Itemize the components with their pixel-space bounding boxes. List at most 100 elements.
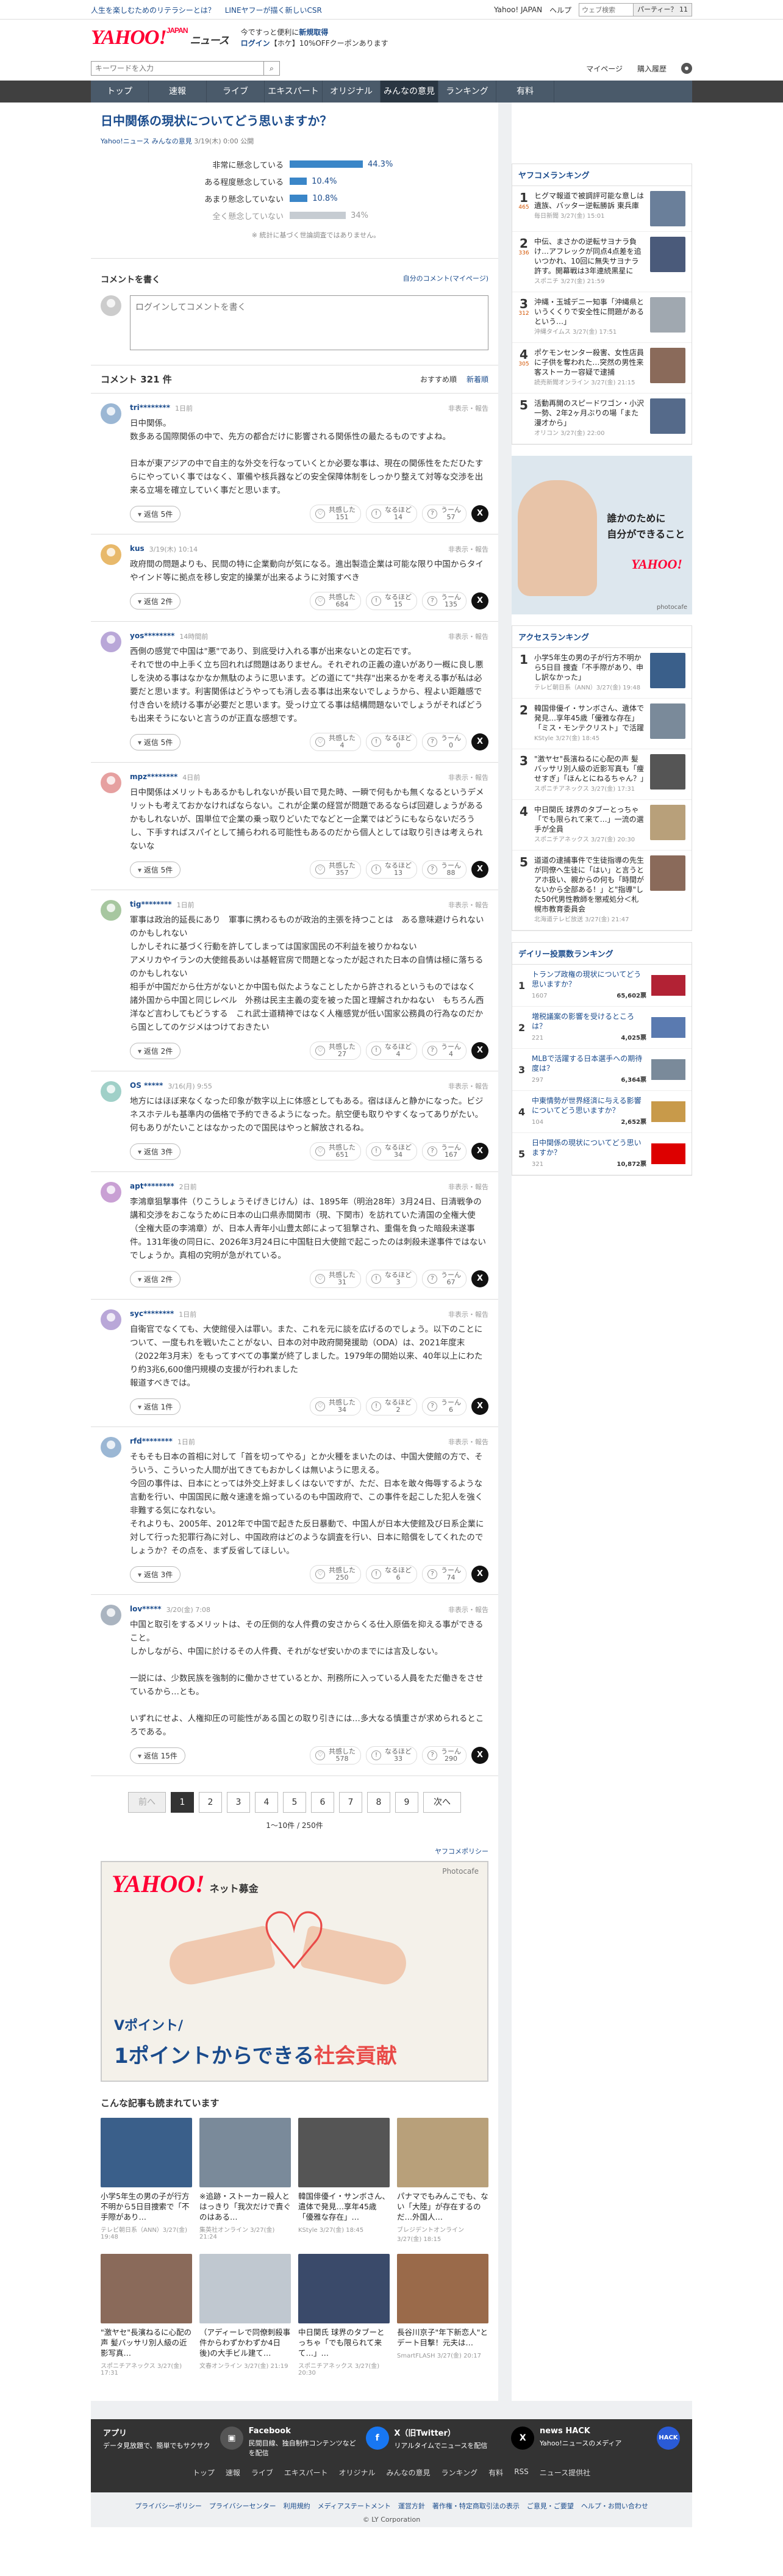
reaction-uun-button[interactable]: ? うーん 0	[422, 733, 467, 751]
report-link[interactable]: 非表示・報告	[448, 772, 488, 782]
reaction-uun-button[interactable]: ? うーん 167	[422, 1142, 467, 1160]
footer-link[interactable]: みんなの意見	[387, 2467, 431, 2478]
footer-bottom-link[interactable]: 著作権・特定商取引法の表示	[432, 2501, 520, 2511]
footer-link[interactable]: RSS	[514, 2467, 529, 2478]
article-card[interactable]: 長谷川京子"年下新恋人"とデート目撃！元夫は… SmartFLASH 3/27(金…	[397, 2254, 488, 2376]
top-link-csr[interactable]: LINEヤフーが描く新しいCSR	[225, 5, 322, 15]
article-card[interactable]: パナマでもみんこでも、ない「大陸」が存在するのだ…外国人… ブレジデントオンライン…	[397, 2118, 488, 2243]
reply-toggle-button[interactable]: 返信 5件	[130, 733, 181, 750]
reaction-uun-button[interactable]: ? うーん 135	[422, 592, 467, 610]
prev-page-button[interactable]: 前へ	[128, 1792, 166, 1813]
yahoo-japan-link[interactable]: Yahoo! JAPAN	[494, 5, 542, 14]
commenter-name[interactable]: rfd********	[130, 1437, 173, 1447]
commenter-name[interactable]: kus	[130, 544, 145, 554]
footer-bottom-link[interactable]: ヘルプ・お問い合わせ	[581, 2501, 648, 2511]
footer-link[interactable]: ライブ	[251, 2467, 273, 2478]
footer-link[interactable]: 有料	[488, 2467, 503, 2478]
report-link[interactable]: 非表示・報告	[448, 1182, 488, 1192]
access-ranking-item[interactable]: 5 道道の逮捕事件で生徒指導の先生が同僚へ生徒に「はい」と言うとアホ扱い、親からの…	[512, 851, 692, 930]
reaction-uun-button[interactable]: ? うーん 6	[422, 1397, 467, 1416]
vote-ranking-item[interactable]: 5 日中関係の現状についてどう思いますか？ 321 10,872票	[512, 1133, 692, 1175]
footer-bottom-link[interactable]: ご意見・ご要望	[527, 2501, 574, 2511]
report-link[interactable]: 非表示・報告	[448, 403, 488, 413]
page-4-button[interactable]: 4	[255, 1792, 278, 1813]
footer-link[interactable]: エキスパート	[284, 2467, 328, 2478]
footer-newshack[interactable]: news HACK Yahoo!ニュースのメディア HACK	[540, 2427, 680, 2458]
reaction-naruhodo-button[interactable]: ! なるほど 34	[366, 1142, 417, 1160]
footer-bottom-link[interactable]: プライバシーセンター	[209, 2501, 276, 2511]
report-link[interactable]: 非表示・報告	[448, 1309, 488, 1319]
reaction-uun-button[interactable]: ? うーん 4	[422, 1042, 467, 1060]
x-share-icon[interactable]: X	[471, 1270, 488, 1287]
reaction-uun-button[interactable]: ? うーん 67	[422, 1270, 467, 1288]
reaction-uun-button[interactable]: ? うーん 290	[422, 1746, 467, 1765]
vote-ranking-item[interactable]: 2 増税議案の影響を受けるところは？ 221 4,025票	[512, 1007, 692, 1049]
my-comments-link[interactable]: 自分のコメント(マイページ)	[403, 273, 488, 286]
nav-tab[interactable]: みんなの意見	[381, 81, 438, 103]
help-link[interactable]: ヘルプ	[549, 5, 571, 15]
reaction-uun-button[interactable]: ? うーん 57	[422, 505, 467, 523]
reaction-uun-button[interactable]: ? うーん 88	[422, 860, 467, 879]
commenter-name[interactable]: mpz********	[130, 772, 177, 782]
yahoo-logo[interactable]: YAHOO!JAPANニュース	[91, 26, 229, 49]
top-link-literacy[interactable]: 人生を楽しむためのリテラシーとは？	[91, 5, 215, 15]
comment-textarea[interactable]	[130, 295, 488, 350]
comment-ranking-item[interactable]: 3 312 沖縄・玉城デニー知事「沖縄県というくくりで安全性に問題があるという…」沖…	[512, 292, 692, 343]
reaction-naruhodo-button[interactable]: ! なるほど 4	[366, 1042, 417, 1060]
comment-ranking-item[interactable]: 4 305 ポケモンセンター殺害、女性店員に子供を奪われた…突然の男性来客ストーカー…	[512, 343, 692, 394]
x-share-icon[interactable]: X	[471, 1143, 488, 1160]
article-card[interactable]: （アディーレで同僚刺殺事件からわずかわずか4日後)の大手ビル建て… 文春オンライン…	[199, 2254, 291, 2376]
reaction-uun-button[interactable]: ? うーん 74	[422, 1565, 467, 1583]
access-ranking-item[interactable]: 1 小学5年生の男の子が行方不明から5日目 捜査「不手際があり、申し訳なかった」テ…	[512, 648, 692, 699]
reply-toggle-button[interactable]: 返信 2件	[130, 1270, 181, 1287]
reply-toggle-button[interactable]: 返信 5件	[130, 505, 181, 522]
reaction-naruhodo-button[interactable]: ! なるほど 6	[366, 1565, 417, 1583]
mypage-link[interactable]: マイページ	[586, 63, 623, 74]
reaction-naruhodo-button[interactable]: ! なるほど 3	[366, 1270, 417, 1288]
report-link[interactable]: 非表示・報告	[448, 1437, 488, 1447]
gear-icon[interactable]	[681, 63, 692, 74]
reaction-naruhodo-button[interactable]: ! なるほど 13	[366, 860, 417, 879]
login-link[interactable]: ログイン	[241, 39, 270, 48]
search-icon[interactable]: ⌕	[263, 62, 279, 75]
footer-link[interactable]: ニュース提供社	[540, 2467, 590, 2478]
footer-x[interactable]: X（旧Twitter） リアルタイムでニュースを配信 X	[394, 2427, 535, 2458]
report-link[interactable]: 非表示・報告	[448, 544, 488, 554]
sort-newest[interactable]: 新着順	[467, 374, 488, 384]
x-share-icon[interactable]: X	[471, 592, 488, 610]
article-card[interactable]: 中日関氏 球界のタブーとっちゃ「でも限られて来て…」… スポニチアネックス 3/2…	[298, 2254, 390, 2376]
commenter-name[interactable]: syc********	[130, 1309, 174, 1319]
reply-toggle-button[interactable]: 返信 5件	[130, 861, 181, 878]
vote-ranking-item[interactable]: 4 中東情勢が世界経済に与える影響についてどう思いますか？ 104 2,652票	[512, 1091, 692, 1133]
footer-link[interactable]: オリジナル	[339, 2467, 376, 2478]
x-share-icon[interactable]: X	[471, 1042, 488, 1059]
reply-toggle-button[interactable]: 返信 3件	[130, 1143, 181, 1160]
commenter-name[interactable]: lov*****	[130, 1605, 162, 1614]
x-share-icon[interactable]: X	[471, 733, 488, 750]
nav-tab[interactable]: トップ	[91, 81, 149, 103]
nav-tab[interactable]: エキスパート	[265, 81, 323, 103]
footer-link[interactable]: トップ	[193, 2467, 215, 2478]
report-link[interactable]: 非表示・報告	[448, 1605, 488, 1614]
comment-ranking-item[interactable]: 1 465 ヒグマ報道で被調評可能な意しは遺族、バッター逆転勝訴 東兵庫 毎日新聞 3…	[512, 186, 692, 232]
footer-link[interactable]: ランキング	[442, 2467, 478, 2478]
article-card[interactable]: 韓国俳優イ・サンボさん、遺体で発見…享年45歳「優雅な存在」… KStyle 3/…	[298, 2118, 390, 2243]
poll-source[interactable]: Yahoo!ニュース みんなの意見	[101, 137, 192, 145]
footer-bottom-link[interactable]: プライバシーポリシー	[135, 2501, 202, 2511]
nav-tab[interactable]: オリジナル	[323, 81, 381, 103]
donation-banner[interactable]: YAHOO! ネット募金 Photocafe ♡ Vポイント/ 1ポイントからでき…	[101, 1861, 488, 2082]
footer-link[interactable]: 速報	[226, 2467, 240, 2478]
footer-app[interactable]: アプリ データ見放題で、簡単でもサクサク ▣	[103, 2427, 243, 2458]
report-link[interactable]: 非表示・報告	[448, 900, 488, 910]
reply-toggle-button[interactable]: 返信 1件	[130, 1398, 181, 1415]
nav-tab[interactable]: 有料	[496, 81, 554, 103]
footer-bottom-link[interactable]: 利用規約	[284, 2501, 310, 2511]
report-link[interactable]: 非表示・報告	[448, 1081, 488, 1091]
commenter-name[interactable]: apt********	[130, 1182, 174, 1192]
web-search-input[interactable]	[579, 3, 634, 16]
reaction-naruhodo-button[interactable]: ! なるほど 2	[366, 1397, 417, 1416]
x-share-icon[interactable]: X	[471, 1566, 488, 1583]
article-card[interactable]: 小学5年生の男の子が行方不明から5日目捜索で「不手際があり… テレビ朝日系（ANN…	[101, 2118, 192, 2243]
access-ranking-item[interactable]: 2 韓国俳優イ・サンボさん、遺体で発見…享年45歳「優雅な存在」「ミス・モンテクリ…	[512, 699, 692, 749]
reaction-empathy-button[interactable]: ♡ 共感した 651	[310, 1142, 361, 1160]
